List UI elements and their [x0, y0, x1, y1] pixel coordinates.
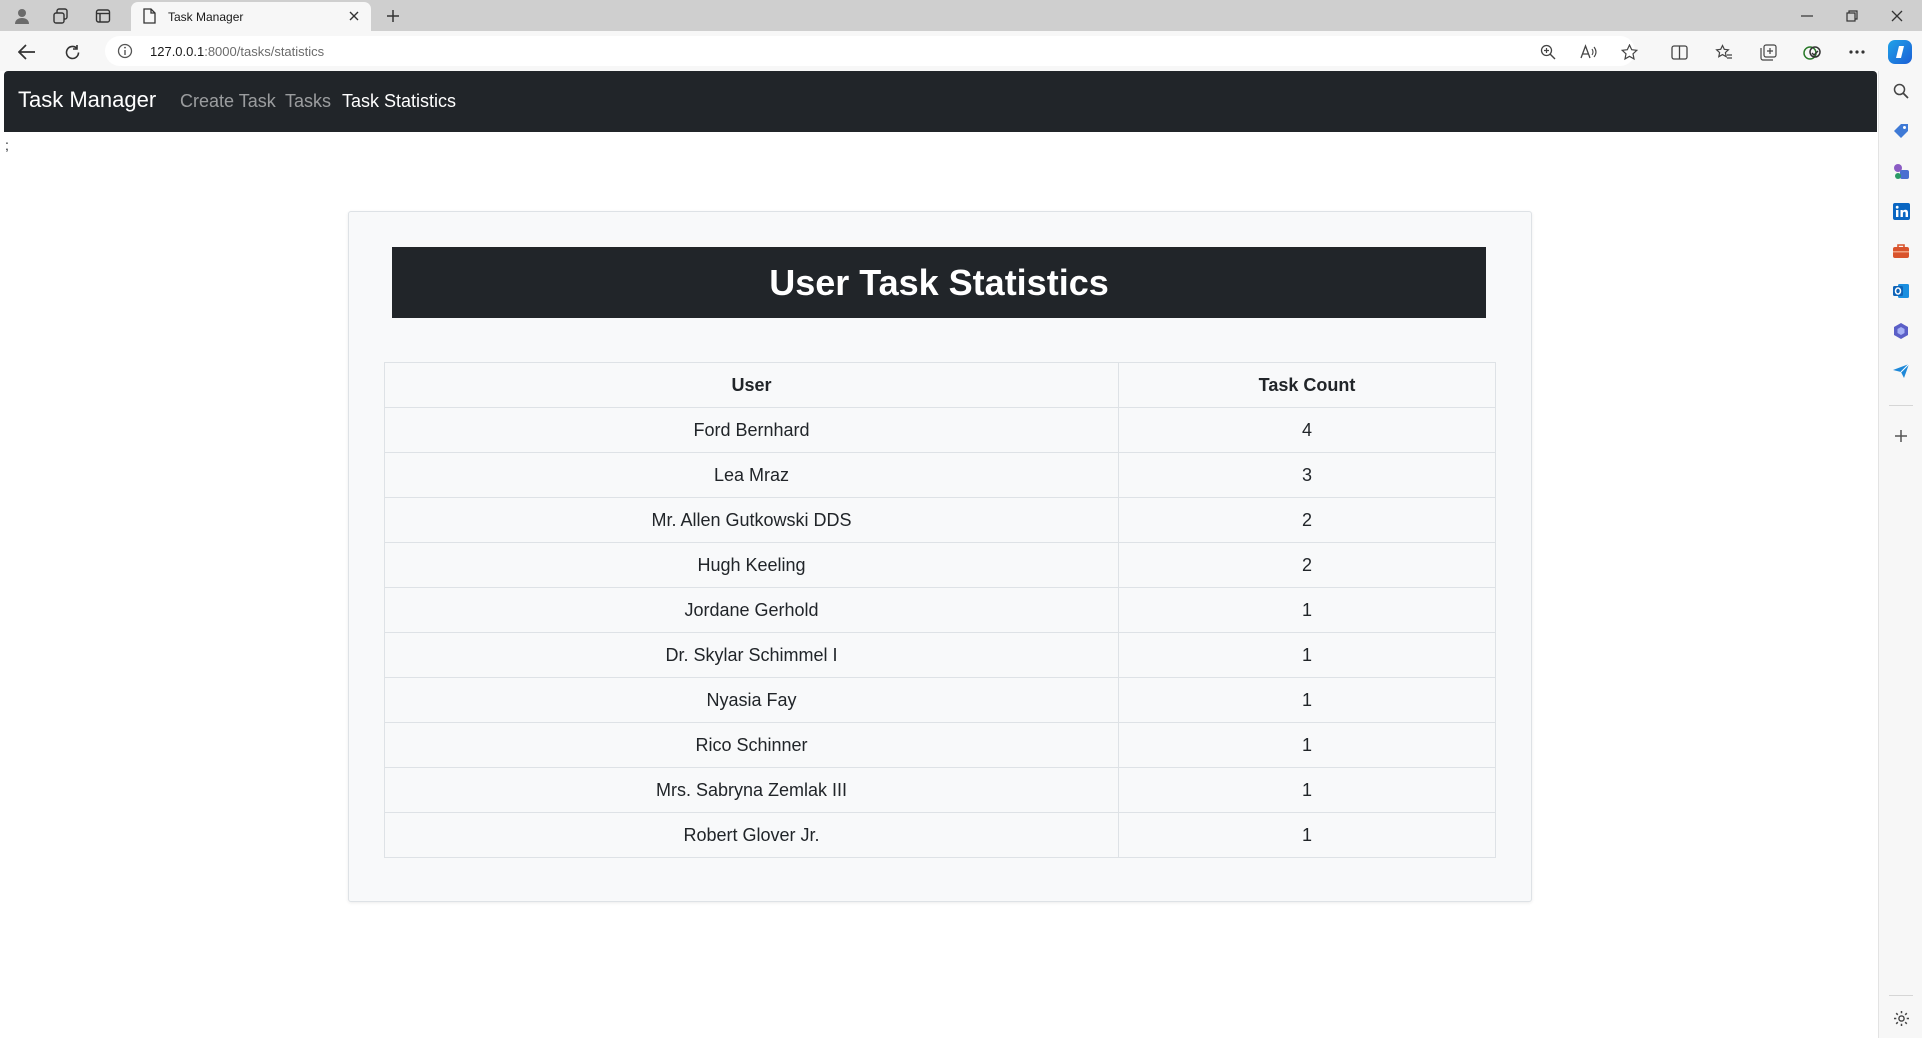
shopping-tag-icon[interactable] [1890, 120, 1912, 142]
browser-tab-bar: Task Manager [0, 0, 1922, 31]
table-row: Robert Glover Jr. 1 [384, 812, 1496, 858]
statistics-card: User Task Statistics User Task Count For… [348, 211, 1532, 902]
user-cell: Nyasia Fay [384, 677, 1119, 723]
url-path: :8000/tasks/statistics [204, 44, 325, 59]
table-row: Mrs. Sabryna Zemlak III 1 [384, 767, 1496, 813]
task-count-cell: 1 [1118, 587, 1496, 633]
browser-side-panel [1878, 71, 1922, 1038]
user-cell: Jordane Gerhold [384, 587, 1119, 633]
favorite-star-icon[interactable] [1616, 39, 1642, 65]
stats-header: User Task Statistics [392, 247, 1486, 318]
navbar-brand[interactable]: Task Manager [18, 87, 156, 113]
user-cell: Dr. Skylar Schimmel I [384, 632, 1119, 678]
user-stats-table: User Task Count Ford Bernhard 4 Lea Mraz 3… [384, 362, 1496, 858]
m365-icon[interactable] [1890, 320, 1912, 342]
tab-title: Task Manager [168, 10, 244, 24]
close-window-icon[interactable] [1882, 4, 1912, 28]
tab-actions-icon[interactable] [91, 4, 115, 28]
read-aloud-icon[interactable] [1576, 39, 1602, 65]
user-cell: Mrs. Sabryna Zemlak III [384, 767, 1119, 813]
user-cell: Robert Glover Jr. [384, 812, 1119, 858]
favorites-icon[interactable] [1711, 39, 1737, 65]
nav-link-create-task[interactable]: Create Task [180, 91, 276, 112]
nav-link-tasks[interactable]: Tasks [285, 91, 331, 112]
sidebar-divider [1889, 405, 1913, 406]
task-count-cell: 1 [1118, 677, 1496, 723]
column-header-user: User [384, 362, 1119, 408]
table-row: Lea Mraz 3 [384, 452, 1496, 498]
sidebar-settings-icon[interactable] [1890, 1007, 1912, 1029]
table-row: Nyasia Fay 1 [384, 677, 1496, 723]
table-header-row: User Task Count [384, 362, 1496, 408]
task-count-cell: 2 [1118, 497, 1496, 543]
close-tab-icon[interactable] [345, 7, 363, 25]
task-count-cell: 3 [1118, 452, 1496, 498]
task-count-cell: 2 [1118, 542, 1496, 588]
restore-icon[interactable] [1837, 4, 1867, 28]
zoom-icon[interactable] [1535, 39, 1561, 65]
nav-link-task-statistics[interactable]: Task Statistics [342, 91, 456, 112]
back-icon[interactable] [14, 39, 40, 65]
stray-text: ; [5, 137, 9, 153]
column-header-task-count: Task Count [1118, 362, 1496, 408]
games-icon[interactable] [1890, 160, 1912, 182]
task-count-cell: 1 [1118, 812, 1496, 858]
send-icon[interactable] [1890, 360, 1912, 382]
user-cell: Lea Mraz [384, 452, 1119, 498]
collections-icon[interactable] [1755, 39, 1781, 65]
workspaces-icon[interactable] [49, 4, 73, 28]
minimize-icon[interactable] [1792, 4, 1822, 28]
profile-icon[interactable] [10, 4, 34, 28]
site-info-icon[interactable] [117, 43, 133, 59]
address-field[interactable]: 127.0.0.1:8000/tasks/statistics [105, 36, 1635, 66]
table-row: Jordane Gerhold 1 [384, 587, 1496, 633]
url-text: 127.0.0.1:8000/tasks/statistics [150, 44, 324, 59]
user-cell: Ford Bernhard [384, 407, 1119, 453]
page-icon [142, 8, 158, 24]
extensions-icon[interactable] [1799, 39, 1825, 65]
tools-icon[interactable] [1890, 240, 1912, 262]
page-viewport: Task Manager Create Task Tasks Task Stat… [4, 71, 1877, 1034]
app-navbar: Task Manager Create Task Tasks Task Stat… [4, 71, 1877, 132]
split-screen-icon[interactable] [1666, 39, 1692, 65]
task-count-cell: 1 [1118, 632, 1496, 678]
task-count-cell: 1 [1118, 767, 1496, 813]
linkedin-icon[interactable] [1890, 200, 1912, 222]
user-cell: Mr. Allen Gutkowski DDS [384, 497, 1119, 543]
table-row: Dr. Skylar Schimmel I1 [384, 632, 1496, 678]
table-row: Rico Schinner 1 [384, 722, 1496, 768]
table-row: Ford Bernhard 4 [384, 407, 1496, 453]
copilot-icon[interactable] [1885, 37, 1915, 67]
outlook-icon[interactable] [1890, 280, 1912, 302]
new-tab-icon[interactable] [381, 4, 405, 28]
browser-toolbar: 127.0.0.1:8000/tasks/statistics [0, 31, 1922, 71]
url-host: 127.0.0.1 [150, 44, 205, 59]
active-tab[interactable]: Task Manager [131, 2, 371, 31]
task-count-cell: 1 [1118, 722, 1496, 768]
user-cell: Hugh Keeling [384, 542, 1119, 588]
table-row: Hugh Keeling 2 [384, 542, 1496, 588]
more-options-icon[interactable] [1844, 39, 1870, 65]
refresh-icon[interactable] [59, 39, 85, 65]
add-sidebar-app-icon[interactable] [1890, 425, 1912, 447]
table-row: Mr. Allen Gutkowski DDS 2 [384, 497, 1496, 543]
page-title: User Task Statistics [769, 261, 1109, 303]
user-cell: Rico Schinner [384, 722, 1119, 768]
sidebar-divider-bottom [1889, 995, 1913, 996]
search-icon[interactable] [1890, 80, 1912, 102]
task-count-cell: 4 [1118, 407, 1496, 453]
